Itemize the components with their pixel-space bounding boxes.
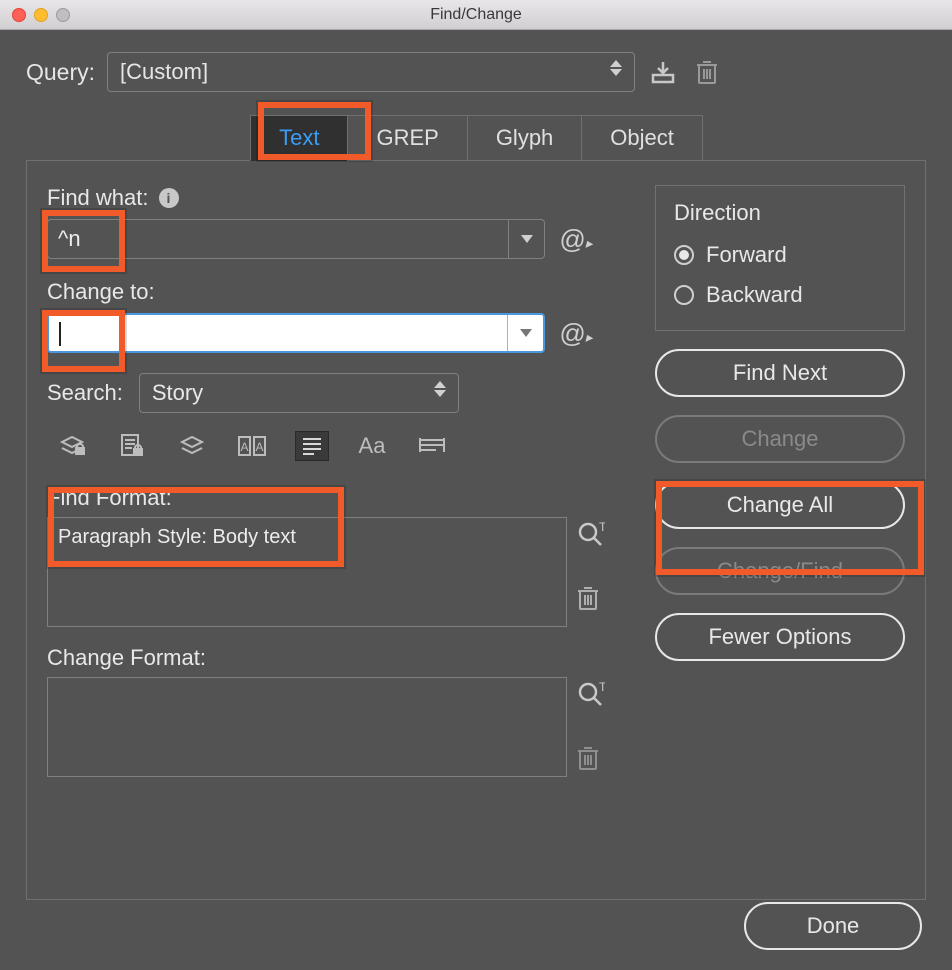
search-options-row: A A Aa [47, 431, 631, 461]
special-chars-find-button[interactable]: @▸ [559, 224, 592, 255]
change-to-input[interactable] [47, 313, 545, 353]
direction-forward-radio[interactable]: Forward [674, 242, 886, 268]
master-pages-icon: A A [237, 434, 267, 458]
titlebar: Find/Change [0, 0, 952, 30]
window-title: Find/Change [0, 6, 952, 24]
find-format-value: Paragraph Style: Body text [58, 526, 296, 548]
find-what-input[interactable]: ^n [47, 219, 545, 259]
direction-backward-label: Backward [706, 282, 803, 308]
info-icon[interactable]: i [159, 188, 179, 208]
clear-find-format-button[interactable] [577, 585, 605, 611]
trash-icon [577, 745, 599, 771]
change-to-value [49, 320, 507, 346]
include-hidden-layers-toggle[interactable] [175, 431, 209, 461]
main-panel: Find what: i ^n @▸ Change to: [26, 160, 926, 900]
change-format-label: Change Format: [47, 645, 631, 671]
footnotes-icon [300, 435, 324, 457]
direction-title: Direction [674, 200, 886, 226]
locked-layers-icon [58, 434, 86, 458]
find-what-dropdown[interactable] [508, 220, 544, 258]
whole-word-icon [418, 436, 446, 456]
change-all-button[interactable]: Change All [655, 481, 905, 529]
specify-format-icon: T [577, 681, 605, 707]
include-footnotes-toggle[interactable] [295, 431, 329, 461]
tab-text[interactable]: Text [250, 115, 348, 161]
special-chars-change-button[interactable]: @▸ [559, 318, 592, 349]
find-what-value: ^n [48, 226, 508, 252]
chevron-updown-icon [610, 69, 622, 76]
change-to-label: Change to: [47, 279, 155, 305]
svg-text:T: T [599, 681, 605, 694]
radio-checked-icon [674, 245, 694, 265]
search-scope-value: Story [152, 380, 203, 406]
footer: Done [744, 902, 922, 950]
find-what-label: Find what: [47, 185, 149, 211]
specify-find-format-button[interactable]: T [577, 521, 605, 547]
search-scope-row: Search: Story [47, 373, 631, 413]
svg-text:A: A [255, 440, 263, 454]
find-what-block: Find what: i ^n @▸ [47, 185, 631, 259]
search-label: Search: [47, 380, 123, 406]
tab-object[interactable]: Object [581, 115, 703, 161]
query-label: Query: [26, 59, 95, 86]
search-scope-select[interactable]: Story [139, 373, 459, 413]
query-row: Query: [Custom] [26, 52, 926, 92]
query-value: [Custom] [120, 59, 208, 85]
include-locked-stories-toggle[interactable] [115, 431, 149, 461]
fewer-options-button[interactable]: Fewer Options [655, 613, 905, 661]
save-query-button[interactable] [647, 56, 679, 88]
include-master-pages-toggle[interactable]: A A [235, 431, 269, 461]
clear-change-format-button[interactable] [577, 745, 605, 771]
trash-icon [577, 585, 599, 611]
chevron-down-icon [521, 235, 533, 243]
case-sensitive-toggle[interactable]: Aa [355, 431, 389, 461]
delete-query-button[interactable] [691, 56, 723, 88]
chevron-updown-icon [434, 390, 446, 397]
whole-word-toggle[interactable] [415, 431, 449, 461]
change-format-block: Change Format: T [47, 645, 631, 777]
hidden-layers-icon [178, 435, 206, 457]
svg-text:T: T [599, 521, 605, 534]
radio-unchecked-icon [674, 285, 694, 305]
change-button[interactable]: Change [655, 415, 905, 463]
tab-glyph[interactable]: Glyph [467, 115, 582, 161]
tab-grep[interactable]: GREP [347, 115, 467, 161]
direction-backward-radio[interactable]: Backward [674, 282, 886, 308]
case-sensitive-icon: Aa [359, 433, 386, 459]
done-button[interactable]: Done [744, 902, 922, 950]
find-format-box[interactable]: Paragraph Style: Body text [47, 517, 567, 627]
svg-text:A: A [240, 440, 248, 454]
include-locked-layers-toggle[interactable] [55, 431, 89, 461]
change-find-button[interactable]: Change/Find [655, 547, 905, 595]
save-query-icon [650, 60, 676, 84]
change-format-box[interactable] [47, 677, 567, 777]
direction-forward-label: Forward [706, 242, 787, 268]
specify-format-icon: T [577, 521, 605, 547]
trash-icon [696, 59, 718, 85]
change-to-block: Change to: @▸ [47, 279, 631, 353]
find-format-block: Find Format: Paragraph Style: Body text … [47, 485, 631, 627]
chevron-down-icon [520, 329, 532, 337]
direction-group: Direction Forward Backward [655, 185, 905, 331]
find-format-label: Find Format: [47, 485, 631, 511]
specify-change-format-button[interactable]: T [577, 681, 605, 707]
find-next-button[interactable]: Find Next [655, 349, 905, 397]
locked-stories-icon [119, 433, 145, 459]
tab-strip: Text GREP Glyph Object [26, 115, 926, 161]
query-select[interactable]: [Custom] [107, 52, 635, 92]
change-to-dropdown[interactable] [507, 315, 543, 351]
